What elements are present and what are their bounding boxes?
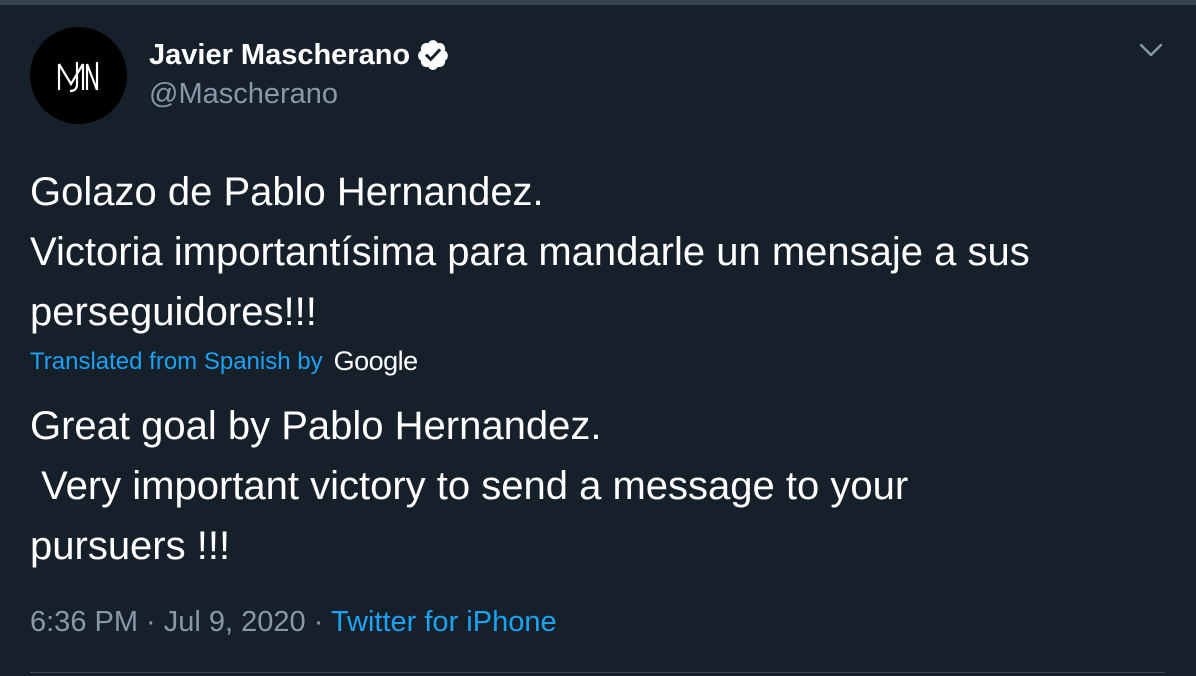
meta-separator: · xyxy=(138,606,164,638)
tweet-line: Golazo de Pablo Hernandez. xyxy=(30,170,544,214)
tweet-line: Victoria importantísima para mandarle un… xyxy=(30,230,1030,274)
verified-badge-icon xyxy=(418,40,449,70)
tweet-source-link[interactable]: Twitter for iPhone xyxy=(331,606,557,638)
google-logo: Google xyxy=(333,346,419,376)
author-name-text: Javier Mascherano xyxy=(149,38,411,71)
tweet-date[interactable]: Jul 9, 2020 xyxy=(164,606,306,638)
tweet-line: perseguidores!!! xyxy=(30,290,317,334)
meta-separator: · xyxy=(305,606,331,638)
translated-line: pursuers !!! xyxy=(30,524,231,568)
author-display-name[interactable]: Javier Mascherano xyxy=(149,38,450,72)
avatar[interactable] xyxy=(30,27,127,124)
avatar-monogram-logo xyxy=(57,61,98,92)
translated-line: Very important victory to send a message… xyxy=(30,464,909,508)
tweet-text: Golazo de Pablo Hernandez. Victoria impo… xyxy=(30,162,1170,342)
translated-line: Great goal by Pablo Hernandez. xyxy=(30,404,602,448)
top-divider xyxy=(0,0,1196,5)
translation-attribution[interactable]: Translated from Spanish by Google xyxy=(30,346,418,377)
translation-label: Translated from Spanish by xyxy=(30,347,323,375)
tweet-time[interactable]: 6:36 PM xyxy=(30,606,138,638)
chevron-down-icon[interactable] xyxy=(1138,40,1164,60)
tweet-metadata: 6:36 PM · Jul 9, 2020 · Twitter for iPho… xyxy=(30,606,557,639)
bottom-divider xyxy=(30,672,1165,673)
author-handle[interactable]: @Mascherano xyxy=(149,78,338,111)
translated-text: Great goal by Pablo Hernandez. Very impo… xyxy=(30,396,1170,576)
